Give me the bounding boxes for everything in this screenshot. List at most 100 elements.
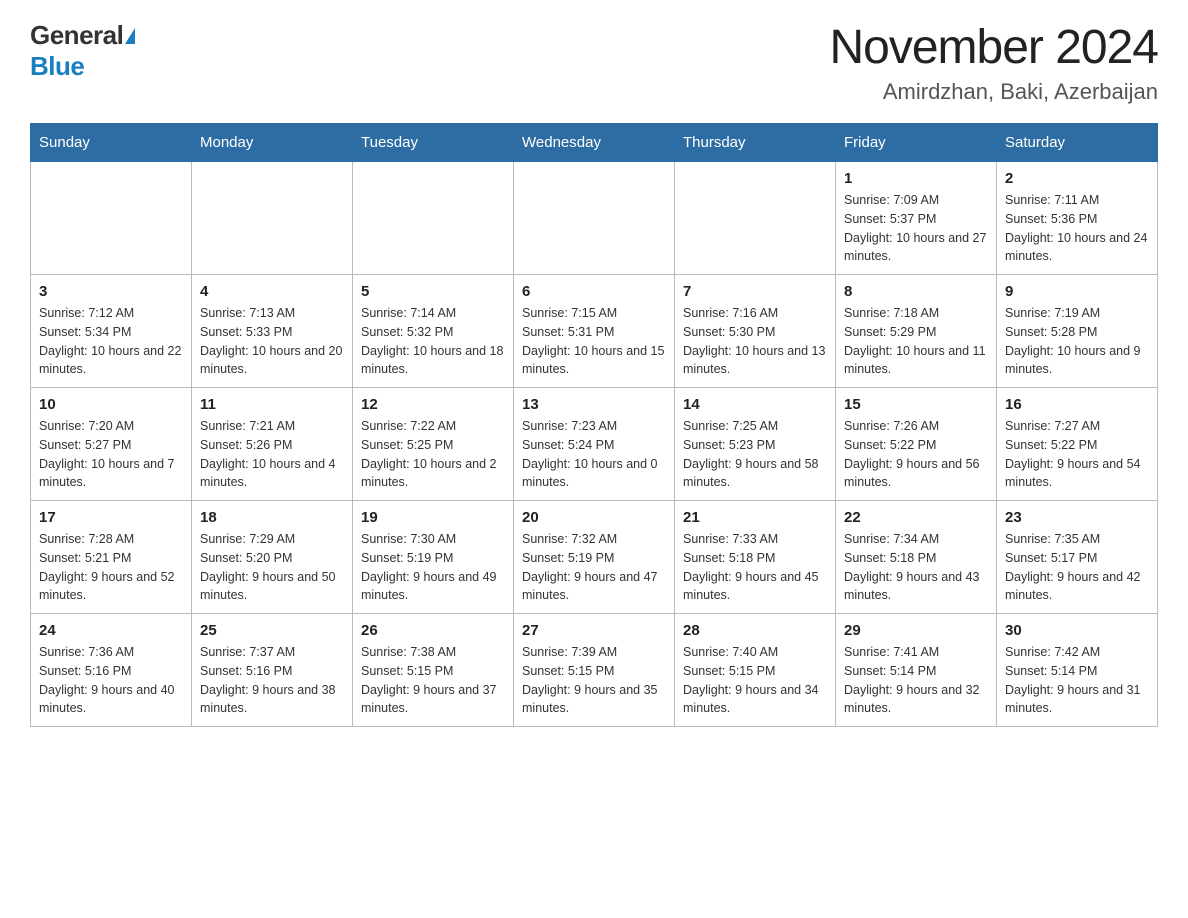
calendar-day: 7 Sunrise: 7:16 AMSunset: 5:30 PMDaylight… xyxy=(675,275,836,388)
calendar-day: 17Sunrise: 7:28 AMSunset: 5:21 PMDayligh… xyxy=(31,501,192,614)
calendar-day: 20 Sunrise: 7:32 AMSunset: 5:19 PMDayligh… xyxy=(514,501,675,614)
column-header-friday: Friday xyxy=(836,124,997,162)
sun-info: Sunrise: 7:20 AMSunset: 5:27 PMDaylight:… xyxy=(39,417,183,492)
calendar-day: 5 Sunrise: 7:14 AMSunset: 5:32 PMDaylight… xyxy=(353,275,514,388)
sun-info: Sunrise: 7:21 AMSunset: 5:26 PMDaylight:… xyxy=(200,417,344,492)
calendar-day: 23 Sunrise: 7:35 AMSunset: 5:17 PMDayligh… xyxy=(997,501,1158,614)
calendar-day xyxy=(514,162,675,275)
day-number: 18 xyxy=(200,509,344,526)
day-number: 8 xyxy=(844,283,988,300)
sun-info: Sunrise: 7:35 AMSunset: 5:17 PMDaylight:… xyxy=(1005,530,1149,605)
day-number: 4 xyxy=(200,283,344,300)
calendar-day: 22 Sunrise: 7:34 AMSunset: 5:18 PMDayligh… xyxy=(836,501,997,614)
day-number: 26 xyxy=(361,622,505,639)
day-number: 21 xyxy=(683,509,827,526)
location-subtitle: Amirdzhan, Baki, Azerbaijan xyxy=(829,79,1158,105)
day-number: 16 xyxy=(1005,396,1149,413)
sun-info: Sunrise: 7:13 AMSunset: 5:33 PMDaylight:… xyxy=(200,304,344,379)
sun-info: Sunrise: 7:42 AMSunset: 5:14 PMDaylight:… xyxy=(1005,643,1149,718)
calendar-day: 30Sunrise: 7:42 AMSunset: 5:14 PMDayligh… xyxy=(997,614,1158,727)
logo-blue-text: Blue xyxy=(30,51,84,82)
day-number: 15 xyxy=(844,396,988,413)
title-block: November 2024 Amirdzhan, Baki, Azerbaija… xyxy=(829,20,1158,105)
day-number: 20 xyxy=(522,509,666,526)
column-header-monday: Monday xyxy=(192,124,353,162)
sun-info: Sunrise: 7:15 AMSunset: 5:31 PMDaylight:… xyxy=(522,304,666,379)
column-header-sunday: Sunday xyxy=(31,124,192,162)
calendar-day: 14Sunrise: 7:25 AMSunset: 5:23 PMDayligh… xyxy=(675,388,836,501)
calendar-day: 2 Sunrise: 7:11 AMSunset: 5:36 PMDaylight… xyxy=(997,162,1158,275)
week-row-5: 24 Sunrise: 7:36 AMSunset: 5:16 PMDayligh… xyxy=(31,614,1158,727)
calendar-day: 4 Sunrise: 7:13 AMSunset: 5:33 PMDaylight… xyxy=(192,275,353,388)
day-number: 23 xyxy=(1005,509,1149,526)
sun-info: Sunrise: 7:12 AMSunset: 5:34 PMDaylight:… xyxy=(39,304,183,379)
calendar-header: SundayMondayTuesdayWednesdayThursdayFrid… xyxy=(31,124,1158,162)
calendar-day: 12 Sunrise: 7:22 AMSunset: 5:25 PMDayligh… xyxy=(353,388,514,501)
calendar-day: 21Sunrise: 7:33 AMSunset: 5:18 PMDayligh… xyxy=(675,501,836,614)
day-number: 6 xyxy=(522,283,666,300)
calendar-day: 3 Sunrise: 7:12 AMSunset: 5:34 PMDaylight… xyxy=(31,275,192,388)
calendar-day xyxy=(31,162,192,275)
calendar-day: 9Sunrise: 7:19 AMSunset: 5:28 PMDaylight… xyxy=(997,275,1158,388)
sun-info: Sunrise: 7:18 AMSunset: 5:29 PMDaylight:… xyxy=(844,304,988,379)
calendar-day: 24 Sunrise: 7:36 AMSunset: 5:16 PMDayligh… xyxy=(31,614,192,727)
day-number: 28 xyxy=(683,622,827,639)
sun-info: Sunrise: 7:28 AMSunset: 5:21 PMDaylight:… xyxy=(39,530,183,605)
day-number: 22 xyxy=(844,509,988,526)
sun-info: Sunrise: 7:34 AMSunset: 5:18 PMDaylight:… xyxy=(844,530,988,605)
sun-info: Sunrise: 7:16 AMSunset: 5:30 PMDaylight:… xyxy=(683,304,827,379)
sun-info: Sunrise: 7:39 AMSunset: 5:15 PMDaylight:… xyxy=(522,643,666,718)
calendar-day xyxy=(675,162,836,275)
calendar-day: 15 Sunrise: 7:26 AMSunset: 5:22 PMDayligh… xyxy=(836,388,997,501)
calendar-day: 16 Sunrise: 7:27 AMSunset: 5:22 PMDayligh… xyxy=(997,388,1158,501)
calendar-day: 26 Sunrise: 7:38 AMSunset: 5:15 PMDayligh… xyxy=(353,614,514,727)
sun-info: Sunrise: 7:23 AMSunset: 5:24 PMDaylight:… xyxy=(522,417,666,492)
calendar-day: 27 Sunrise: 7:39 AMSunset: 5:15 PMDayligh… xyxy=(514,614,675,727)
day-number: 29 xyxy=(844,622,988,639)
day-number: 7 xyxy=(683,283,827,300)
calendar-day: 18 Sunrise: 7:29 AMSunset: 5:20 PMDayligh… xyxy=(192,501,353,614)
sun-info: Sunrise: 7:41 AMSunset: 5:14 PMDaylight:… xyxy=(844,643,988,718)
column-header-saturday: Saturday xyxy=(997,124,1158,162)
day-number: 5 xyxy=(361,283,505,300)
day-number: 3 xyxy=(39,283,183,300)
day-number: 27 xyxy=(522,622,666,639)
day-number: 13 xyxy=(522,396,666,413)
day-number: 24 xyxy=(39,622,183,639)
header-row: SundayMondayTuesdayWednesdayThursdayFrid… xyxy=(31,124,1158,162)
calendar-day xyxy=(353,162,514,275)
sun-info: Sunrise: 7:36 AMSunset: 5:16 PMDaylight:… xyxy=(39,643,183,718)
day-number: 1 xyxy=(844,170,988,187)
logo-triangle-icon xyxy=(125,28,135,44)
day-number: 11 xyxy=(200,396,344,413)
day-number: 10 xyxy=(39,396,183,413)
sun-info: Sunrise: 7:32 AMSunset: 5:19 PMDaylight:… xyxy=(522,530,666,605)
sun-info: Sunrise: 7:27 AMSunset: 5:22 PMDaylight:… xyxy=(1005,417,1149,492)
logo-general-text: General xyxy=(30,20,123,51)
sun-info: Sunrise: 7:11 AMSunset: 5:36 PMDaylight:… xyxy=(1005,191,1149,266)
calendar-day: 28 Sunrise: 7:40 AMSunset: 5:15 PMDayligh… xyxy=(675,614,836,727)
calendar-day: 25Sunrise: 7:37 AMSunset: 5:16 PMDayligh… xyxy=(192,614,353,727)
column-header-thursday: Thursday xyxy=(675,124,836,162)
calendar-day: 11 Sunrise: 7:21 AMSunset: 5:26 PMDayligh… xyxy=(192,388,353,501)
day-number: 12 xyxy=(361,396,505,413)
sun-info: Sunrise: 7:29 AMSunset: 5:20 PMDaylight:… xyxy=(200,530,344,605)
main-title: November 2024 xyxy=(829,20,1158,75)
day-number: 19 xyxy=(361,509,505,526)
day-number: 9 xyxy=(1005,283,1149,300)
sun-info: Sunrise: 7:38 AMSunset: 5:15 PMDaylight:… xyxy=(361,643,505,718)
calendar-day: 29 Sunrise: 7:41 AMSunset: 5:14 PMDayligh… xyxy=(836,614,997,727)
sun-info: Sunrise: 7:09 AMSunset: 5:37 PMDaylight:… xyxy=(844,191,988,266)
calendar-body: 1 Sunrise: 7:09 AMSunset: 5:37 PMDaylight… xyxy=(31,162,1158,727)
sun-info: Sunrise: 7:25 AMSunset: 5:23 PMDaylight:… xyxy=(683,417,827,492)
sun-info: Sunrise: 7:22 AMSunset: 5:25 PMDaylight:… xyxy=(361,417,505,492)
week-row-2: 3 Sunrise: 7:12 AMSunset: 5:34 PMDaylight… xyxy=(31,275,1158,388)
sun-info: Sunrise: 7:14 AMSunset: 5:32 PMDaylight:… xyxy=(361,304,505,379)
sun-info: Sunrise: 7:26 AMSunset: 5:22 PMDaylight:… xyxy=(844,417,988,492)
column-header-tuesday: Tuesday xyxy=(353,124,514,162)
sun-info: Sunrise: 7:37 AMSunset: 5:16 PMDaylight:… xyxy=(200,643,344,718)
week-row-1: 1 Sunrise: 7:09 AMSunset: 5:37 PMDaylight… xyxy=(31,162,1158,275)
sun-info: Sunrise: 7:40 AMSunset: 5:15 PMDaylight:… xyxy=(683,643,827,718)
day-number: 2 xyxy=(1005,170,1149,187)
calendar-day: 13 Sunrise: 7:23 AMSunset: 5:24 PMDayligh… xyxy=(514,388,675,501)
